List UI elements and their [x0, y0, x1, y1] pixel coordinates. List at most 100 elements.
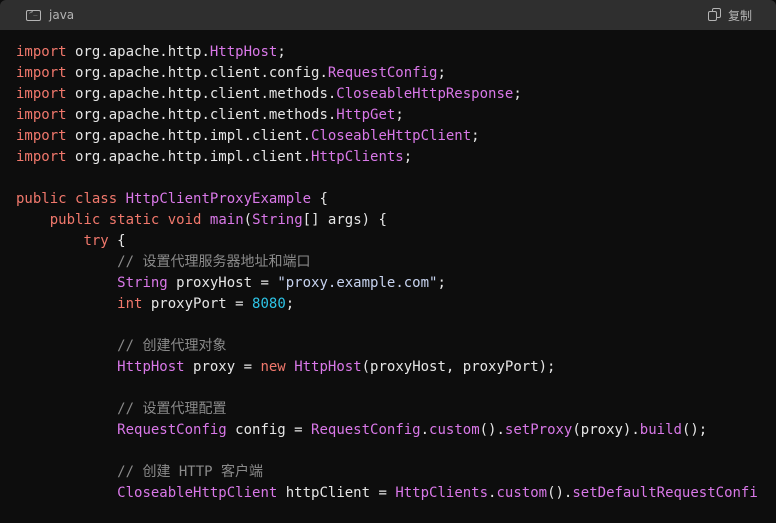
- code-token: ;: [437, 275, 446, 291]
- code-token: .: [420, 422, 430, 438]
- code-line: // 创建代理对象: [16, 336, 776, 357]
- code-token: main: [209, 212, 244, 228]
- code-token: custom: [429, 422, 480, 438]
- code-token: org.apache.http.client.config.: [66, 65, 328, 81]
- code-token: {: [311, 191, 328, 207]
- code-token: import: [16, 107, 67, 123]
- code-token: [] args) {: [302, 212, 387, 228]
- code-token: org.apache.http.impl.client.: [66, 149, 312, 165]
- code-token: (: [243, 212, 253, 228]
- code-token: ;: [395, 107, 404, 123]
- code-token: HttpClients: [395, 485, 489, 501]
- code-token: import: [16, 149, 67, 165]
- code-token: org.apache.http.client.methods.: [66, 107, 337, 123]
- code-token: import: [16, 128, 67, 144]
- code-token: proxyHost =: [167, 275, 278, 291]
- code-content[interactable]: import org.apache.http.HttpHost; import o…: [0, 30, 776, 504]
- code-token: proxyPort =: [142, 296, 253, 312]
- code-token: HttpHost: [294, 359, 362, 375]
- code-token: new: [260, 359, 286, 375]
- terminal-icon: [26, 8, 41, 21]
- code-token: RequestConfig: [311, 422, 421, 438]
- code-line: import org.apache.http.client.methods.Ht…: [16, 105, 776, 126]
- code-token: CloseableHttpClient: [117, 485, 278, 501]
- code-token: HttpGet: [336, 107, 396, 123]
- code-token: CloseableHttpClient: [311, 128, 472, 144]
- code-token: static: [108, 212, 160, 228]
- code-token: org.apache.http.client.methods.: [66, 86, 337, 102]
- code-token: // 创建 HTTP 客户端: [117, 464, 264, 480]
- code-token: build: [639, 422, 682, 438]
- code-token: (proxy).: [572, 422, 640, 438]
- code-token: setDefaultRequestConfi: [572, 485, 758, 501]
- code-block: java 复制 import org.apache.http.HttpHost;…: [0, 0, 776, 523]
- code-token: ;: [285, 296, 295, 312]
- code-line: import org.apache.http.HttpHost;: [16, 42, 776, 63]
- code-line: HttpHost proxy = new HttpHost(proxyHost,…: [16, 357, 776, 378]
- copy-button[interactable]: 复制: [707, 7, 752, 24]
- code-token: custom: [496, 485, 548, 501]
- code-line: import org.apache.http.impl.client.HttpC…: [16, 147, 776, 168]
- code-token: ;: [277, 44, 286, 60]
- code-token: HttpClients: [311, 149, 404, 165]
- code-line: // 设置代理配置: [16, 399, 776, 420]
- code-block-header: java 复制: [0, 0, 776, 30]
- language-label: java: [49, 8, 75, 22]
- code-token: RequestConfig: [117, 422, 227, 438]
- copy-label: 复制: [727, 8, 752, 23]
- code-token: setProxy: [504, 422, 573, 438]
- code-line: try {: [16, 231, 776, 252]
- code-token: CloseableHttpResponse: [336, 86, 514, 102]
- code-token: org.apache.http.: [66, 44, 210, 60]
- copy-icon: [707, 8, 722, 22]
- code-token: 8080: [252, 296, 286, 312]
- code-token: try: [83, 233, 109, 249]
- code-token: "proxy.example.com": [277, 275, 438, 291]
- code-token: proxy =: [184, 359, 261, 375]
- code-token: ;: [471, 128, 480, 144]
- code-token: void: [167, 212, 202, 228]
- language-indicator: java: [26, 8, 74, 22]
- code-line: int proxyPort = 8080;: [16, 294, 776, 315]
- code-token: import: [16, 44, 67, 60]
- code-line: String proxyHost = "proxy.example.com";: [16, 273, 776, 294]
- code-token: RequestConfig: [327, 65, 438, 81]
- code-token: {: [108, 233, 126, 249]
- code-token: String: [117, 275, 168, 291]
- code-line: RequestConfig config = RequestConfig.cus…: [16, 420, 776, 441]
- code-token: (proxyHost, proxyPort);: [361, 359, 556, 375]
- code-token: httpClient =: [277, 485, 396, 501]
- code-token: import: [16, 65, 67, 81]
- code-line: public static void main(String[] args) {: [16, 210, 776, 231]
- code-token: HttpHost: [117, 359, 185, 375]
- code-line: import org.apache.http.client.methods.Cl…: [16, 84, 776, 105]
- code-token: class: [75, 191, 118, 207]
- code-line: import org.apache.http.impl.client.Close…: [16, 126, 776, 147]
- code-token: org.apache.http.impl.client.: [66, 128, 312, 144]
- code-line: import org.apache.http.client.config.Req…: [16, 63, 776, 84]
- code-line: // 创建 HTTP 客户端: [16, 462, 776, 483]
- code-token: // 设置代理服务器地址和端口: [117, 254, 311, 270]
- code-token: public: [49, 212, 101, 228]
- code-token: ().: [479, 422, 505, 438]
- code-token: // 设置代理配置: [117, 401, 227, 417]
- code-token: HttpClientProxyExample: [125, 191, 312, 207]
- code-token: ().: [547, 485, 573, 501]
